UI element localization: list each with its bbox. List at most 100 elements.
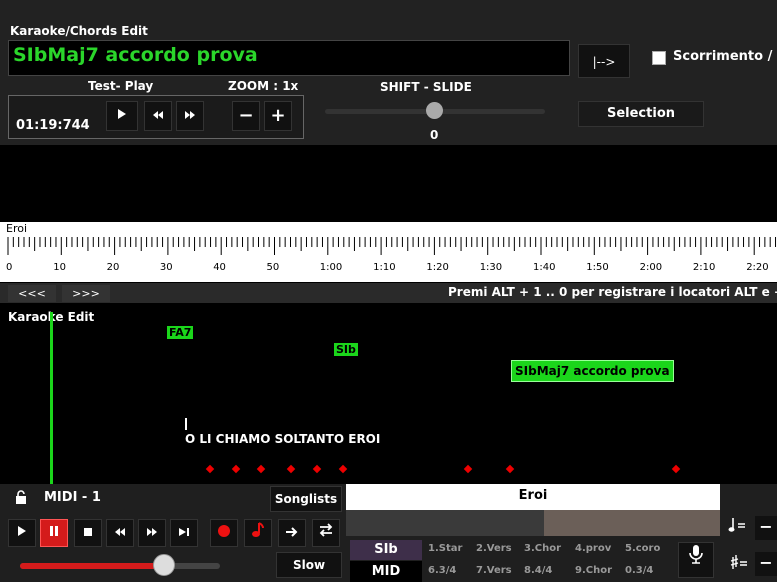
ruler-labels: 0 10 20 30 40 50 1:00 1:10 1:20 1:30 1:40 1:50 2:00 2… [0, 262, 777, 276]
ruler-label: 1:00 [319, 262, 343, 273]
ruler-label: 2:10 [692, 262, 716, 273]
section-button[interactable]: 1.Star [428, 543, 462, 554]
section-button[interactable]: 3.Chor [524, 543, 561, 554]
shift-slide-title: SHIFT - SLIDE [380, 80, 472, 94]
song-key-label: SIb [350, 540, 422, 560]
chord-text-value: SIbMaj7 accordo prova [13, 44, 258, 66]
next-track-button[interactable] [170, 519, 198, 547]
beat-marker[interactable] [505, 464, 515, 474]
rewind-icon [115, 528, 125, 536]
slow-button[interactable]: Slow [276, 552, 342, 578]
selection-button[interactable]: Selection [578, 101, 704, 127]
skip-next-icon [179, 528, 189, 536]
volume-slider-fill [20, 563, 164, 569]
stop-icon [84, 528, 92, 536]
zoom-out-button[interactable]: − [232, 101, 260, 131]
section-button[interactable]: 0.3/4 [625, 565, 653, 576]
zoom-title: ZOOM : 1x [228, 79, 299, 93]
ruler-label: 1:30 [479, 262, 503, 273]
ruler-label: 1:10 [373, 262, 396, 273]
scroll-label: Scorrimento / [673, 49, 773, 64]
metronome-button[interactable] [244, 519, 272, 547]
pause-button[interactable] [40, 519, 68, 547]
ruler-label: 1:40 [533, 262, 556, 273]
test-rewind-button[interactable] [144, 101, 172, 131]
microphone-icon [689, 545, 703, 564]
beat-marker[interactable] [338, 464, 348, 474]
chord-marker-selected[interactable]: SIbMaj7 accordo prova [511, 360, 674, 382]
fast-forward-button[interactable] [138, 519, 166, 547]
play-icon [118, 109, 126, 119]
shift-value: 0 [430, 128, 439, 142]
section-button[interactable]: 7.Vers [476, 565, 512, 576]
test-play-button[interactable] [106, 101, 138, 131]
beat-marker[interactable] [671, 464, 681, 474]
test-forward-button[interactable] [176, 101, 204, 131]
song-progress-remaining[interactable] [544, 510, 720, 536]
section-button[interactable]: 6.3/4 [428, 565, 456, 576]
apply-chord-button[interactable]: |--> [578, 44, 630, 78]
chord-marker[interactable]: FA7 [167, 326, 194, 339]
tempo-icon [728, 516, 746, 538]
test-play-title: Test- Play [88, 79, 154, 93]
ruler-label: 0 [6, 262, 13, 273]
timeline-song-label: Eroi [6, 222, 28, 235]
locator-back-button[interactable]: <<< [8, 285, 56, 302]
ruler-label: 1:20 [426, 262, 449, 273]
play-icon [18, 526, 26, 536]
beat-marker[interactable] [312, 464, 322, 474]
ruler-label: 50 [266, 262, 280, 273]
rewind-button[interactable] [106, 519, 134, 547]
play-button[interactable] [8, 519, 36, 547]
fast-forward-icon [147, 528, 157, 536]
current-song-name: Eroi [346, 484, 720, 510]
record-icon [218, 525, 230, 537]
section-button[interactable]: 2.Vers [476, 543, 512, 554]
section-button[interactable]: 8.4/4 [524, 565, 552, 576]
locator-hint: Premi ALT + 1 .. 0 per registrare i loca… [448, 285, 777, 299]
chord-marker[interactable]: SIb [334, 343, 358, 356]
pause-icon [50, 526, 58, 536]
tempo-decrease-button[interactable]: − [755, 516, 777, 540]
lyric-line[interactable]: O LI CHIAMO SOLTANTO EROI [185, 432, 380, 446]
scroll-checkbox[interactable] [652, 51, 666, 65]
next-button[interactable] [278, 519, 306, 547]
music-note-icon [252, 522, 264, 537]
transpose-decrease-button[interactable]: − [755, 552, 777, 576]
transpose-icon [730, 553, 748, 575]
ruler-label: 40 [213, 262, 226, 273]
zoom-in-button[interactable]: + [264, 101, 292, 131]
rewind-icon [153, 111, 163, 119]
microphone-button[interactable] [678, 542, 714, 578]
lyric-caret [185, 418, 187, 430]
midi-channel-label: MIDI - 1 [44, 490, 101, 505]
playhead-cursor[interactable] [50, 312, 53, 484]
ruler-label: 20 [106, 262, 120, 273]
beat-marker[interactable] [231, 464, 241, 474]
ruler-label: 2:00 [639, 262, 663, 273]
locator-forward-button[interactable]: >>> [62, 285, 110, 302]
record-button[interactable] [210, 519, 238, 547]
fast-forward-icon [185, 111, 195, 119]
chord-text-field[interactable]: SIbMaj7 accordo prova [8, 40, 570, 76]
swap-arrows-icon [319, 523, 333, 537]
play-time-display: 01:19:744 [16, 118, 90, 133]
stop-button[interactable] [74, 519, 102, 547]
beat-marker[interactable] [286, 464, 296, 474]
volume-slider-thumb[interactable] [153, 554, 175, 576]
repeat-button[interactable] [312, 519, 340, 547]
section-button[interactable]: 4.prov [575, 543, 611, 554]
lock-icon[interactable] [14, 490, 28, 504]
shift-slider-thumb[interactable] [426, 102, 443, 119]
beat-marker[interactable] [463, 464, 473, 474]
arrow-right-icon [286, 527, 298, 537]
songlists-button[interactable]: Songlists [270, 486, 342, 512]
window-title: Karaoke/Chords Edit [10, 24, 148, 38]
ruler-label: 2:20 [746, 262, 769, 273]
section-button[interactable]: 9.Chor [575, 565, 612, 576]
beat-marker[interactable] [256, 464, 266, 474]
ruler-label: 1:50 [586, 262, 609, 273]
beat-marker[interactable] [205, 464, 215, 474]
song-progress-played[interactable] [346, 510, 544, 536]
section-button[interactable]: 5.coro [625, 543, 660, 554]
